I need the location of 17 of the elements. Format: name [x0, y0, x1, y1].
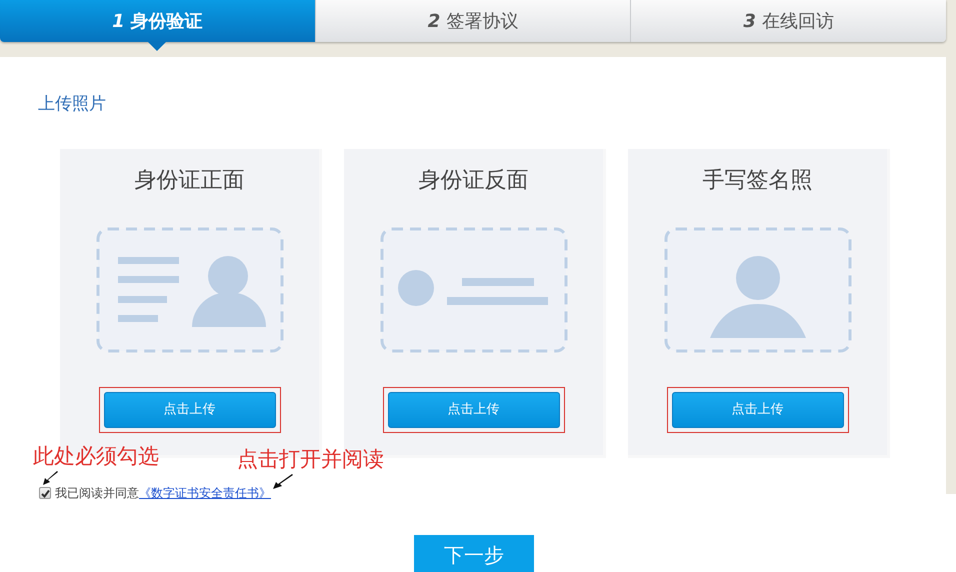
upload-button[interactable]: 点击上传 [388, 392, 560, 428]
card-title: 手写签名照 [702, 167, 812, 195]
upload-button[interactable]: 点击上传 [104, 392, 276, 428]
card-title: 身份证正面 [134, 167, 244, 195]
card-title: 身份证反面 [418, 167, 528, 195]
upload-button[interactable]: 点击上传 [672, 392, 844, 428]
annotation-text: 点击打开并阅读 [237, 446, 384, 472]
agreement-checkbox[interactable] [39, 487, 51, 499]
agreement-text: 我已阅读并同意 [55, 486, 139, 500]
annotation-text: 此处必须勾选 [33, 443, 159, 469]
section-title: 上传照片 [38, 93, 106, 115]
arrow-icon [42, 471, 59, 486]
step-tab[interactable]: 2 签署协议 [314, 0, 630, 42]
step-tab[interactable]: 3 在线回访 [630, 0, 946, 42]
agreement-link[interactable]: 《数字证书安全责任书》 [139, 486, 271, 500]
next-step-button[interactable]: 下一步 [414, 535, 534, 572]
arrow-icon [272, 474, 294, 490]
